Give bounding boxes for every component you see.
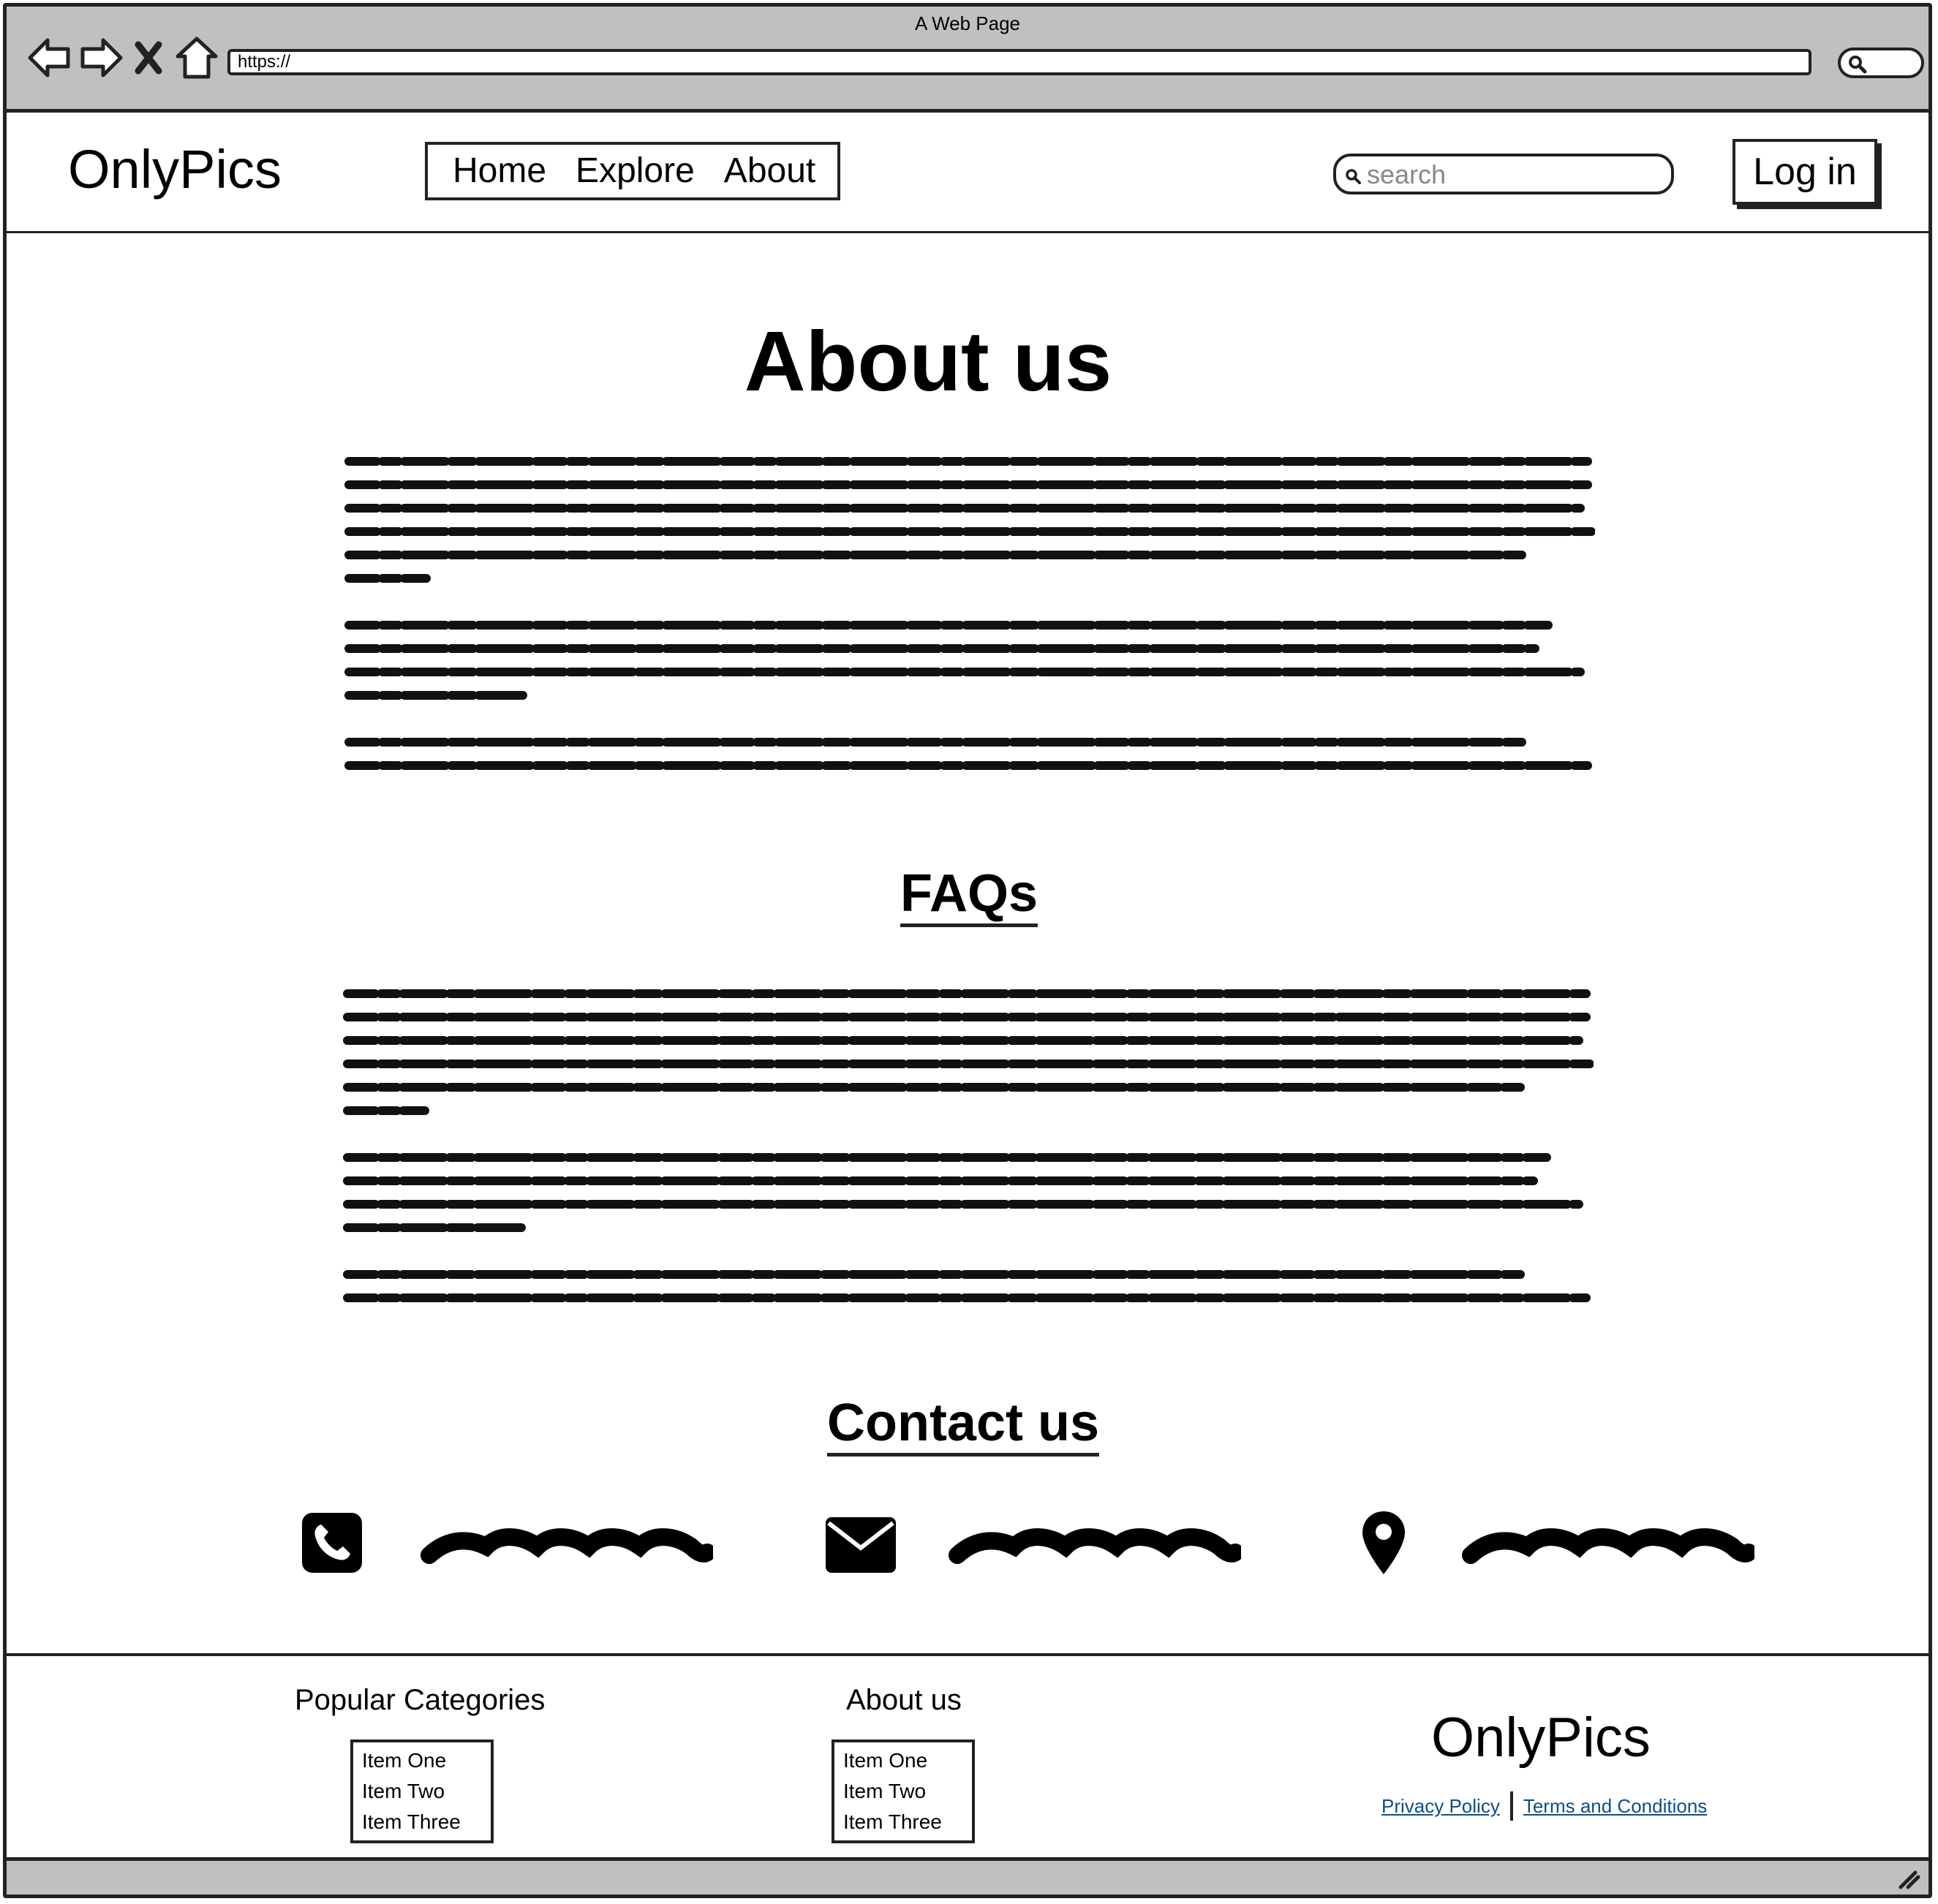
page-title: About us bbox=[744, 314, 1112, 409]
site-footer: Popular Categories Item One Item Two Ite… bbox=[7, 1653, 1928, 1875]
map-pin-icon bbox=[1362, 1511, 1405, 1574]
footer-about-list: Item One Item Two Item Three bbox=[832, 1739, 975, 1843]
resize-grip-icon[interactable] bbox=[1896, 1868, 1921, 1890]
link-divider bbox=[1509, 1791, 1513, 1821]
privacy-policy-link[interactable]: Privacy Policy bbox=[1381, 1795, 1500, 1818]
window-title: A Web Page bbox=[914, 12, 1021, 34]
address-value-placeholder bbox=[1462, 1528, 1754, 1564]
list-item[interactable]: Item Three bbox=[843, 1807, 963, 1837]
home-icon[interactable] bbox=[173, 34, 220, 81]
browser-window: A Web Page https:// OnlyPics Home Explor… bbox=[3, 3, 1932, 1898]
faq-title: FAQs bbox=[900, 864, 1038, 927]
nav-explore[interactable]: Explore bbox=[576, 151, 695, 192]
site-header: OnlyPics Home Explore About Log in bbox=[7, 113, 1928, 233]
footer-logo[interactable]: OnlyPics bbox=[1431, 1706, 1651, 1769]
nav-home[interactable]: Home bbox=[453, 151, 546, 192]
footer-categories-list: Item One Item Two Item Three bbox=[350, 1739, 494, 1843]
footer-links: Privacy Policy Terms and Conditions bbox=[1381, 1791, 1707, 1821]
search-icon bbox=[1849, 56, 1867, 74]
list-item[interactable]: Item One bbox=[843, 1745, 963, 1776]
nav-about[interactable]: About bbox=[724, 151, 815, 192]
email-value-placeholder bbox=[949, 1528, 1241, 1564]
faq-text-placeholder bbox=[343, 982, 1594, 1304]
phone-value-placeholder bbox=[421, 1528, 713, 1564]
login-button[interactable]: Log in bbox=[1732, 139, 1877, 205]
contact-title: Contact us bbox=[827, 1393, 1100, 1457]
status-bar bbox=[7, 1857, 1928, 1894]
envelope-icon bbox=[826, 1517, 896, 1573]
site-logo[interactable]: OnlyPics bbox=[68, 140, 282, 199]
contact-row bbox=[7, 1511, 1928, 1584]
site-search bbox=[1333, 154, 1674, 194]
back-arrow-icon[interactable] bbox=[26, 34, 72, 81]
stop-icon[interactable] bbox=[132, 34, 165, 81]
forward-arrow-icon[interactable] bbox=[78, 34, 125, 81]
about-text-placeholder bbox=[344, 450, 1595, 771]
list-item[interactable]: Item One bbox=[362, 1745, 482, 1776]
list-item[interactable]: Item Two bbox=[843, 1776, 963, 1807]
browser-chrome: A Web Page https:// bbox=[7, 7, 1928, 113]
address-bar[interactable]: https:// bbox=[227, 49, 1811, 75]
search-input[interactable] bbox=[1365, 161, 1661, 189]
search-icon bbox=[1346, 169, 1361, 184]
phone-icon bbox=[302, 1513, 362, 1573]
main-nav: Home Explore About bbox=[425, 142, 840, 200]
terms-link[interactable]: Terms and Conditions bbox=[1523, 1795, 1707, 1818]
footer-about-title: About us bbox=[846, 1684, 962, 1716]
footer-popular-categories-title: Popular Categories bbox=[295, 1684, 546, 1716]
list-item[interactable]: Item Three bbox=[362, 1807, 482, 1837]
browser-search-field[interactable] bbox=[1838, 48, 1924, 78]
list-item[interactable]: Item Two bbox=[362, 1776, 482, 1807]
